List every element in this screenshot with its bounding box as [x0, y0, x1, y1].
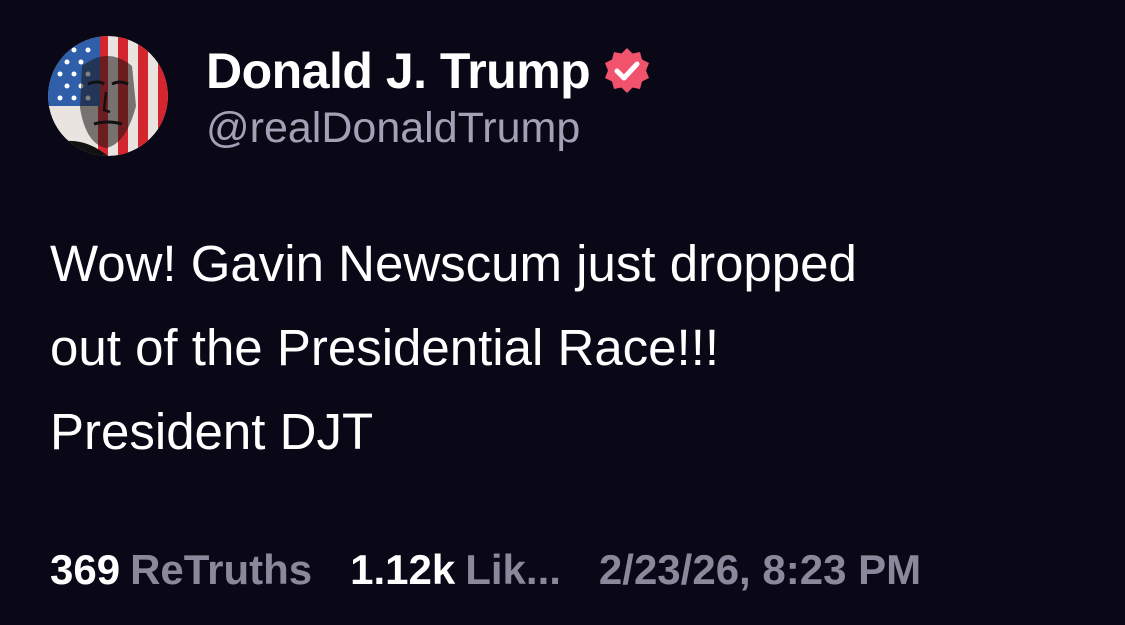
- likes-count[interactable]: 1.12k: [350, 546, 455, 594]
- post-text-line: out of the Presidential Race!!!: [50, 319, 720, 376]
- post-header: Donald J. Trump @realDonaldTrump: [48, 36, 652, 156]
- author-block: Donald J. Trump @realDonaldTrump: [206, 40, 652, 153]
- post-text-line: President DJT: [50, 403, 374, 460]
- profile-avatar[interactable]: [48, 36, 168, 156]
- post-body: Wow! Gavin Newscum just dropped out of t…: [50, 222, 1090, 474]
- verified-badge-icon: [605, 47, 650, 93]
- truth-post: Donald J. Trump @realDonaldTrump Wow! Ga…: [0, 0, 1125, 625]
- author-display-name[interactable]: Donald J. Trump: [206, 42, 591, 100]
- post-timestamp[interactable]: 2/23/26, 8:23 PM: [599, 546, 921, 594]
- retruths-label[interactable]: ReTruths: [130, 546, 312, 594]
- likes-label[interactable]: Lik...: [465, 546, 561, 594]
- author-handle[interactable]: @realDonaldTrump: [206, 104, 652, 153]
- author-name-row: Donald J. Trump: [206, 40, 652, 102]
- post-text-line: Wow! Gavin Newscum just dropped: [50, 235, 857, 292]
- retruths-count[interactable]: 369: [50, 546, 120, 594]
- post-footer: 369 ReTruths 1.12k Lik... 2/23/26, 8:23 …: [50, 540, 921, 600]
